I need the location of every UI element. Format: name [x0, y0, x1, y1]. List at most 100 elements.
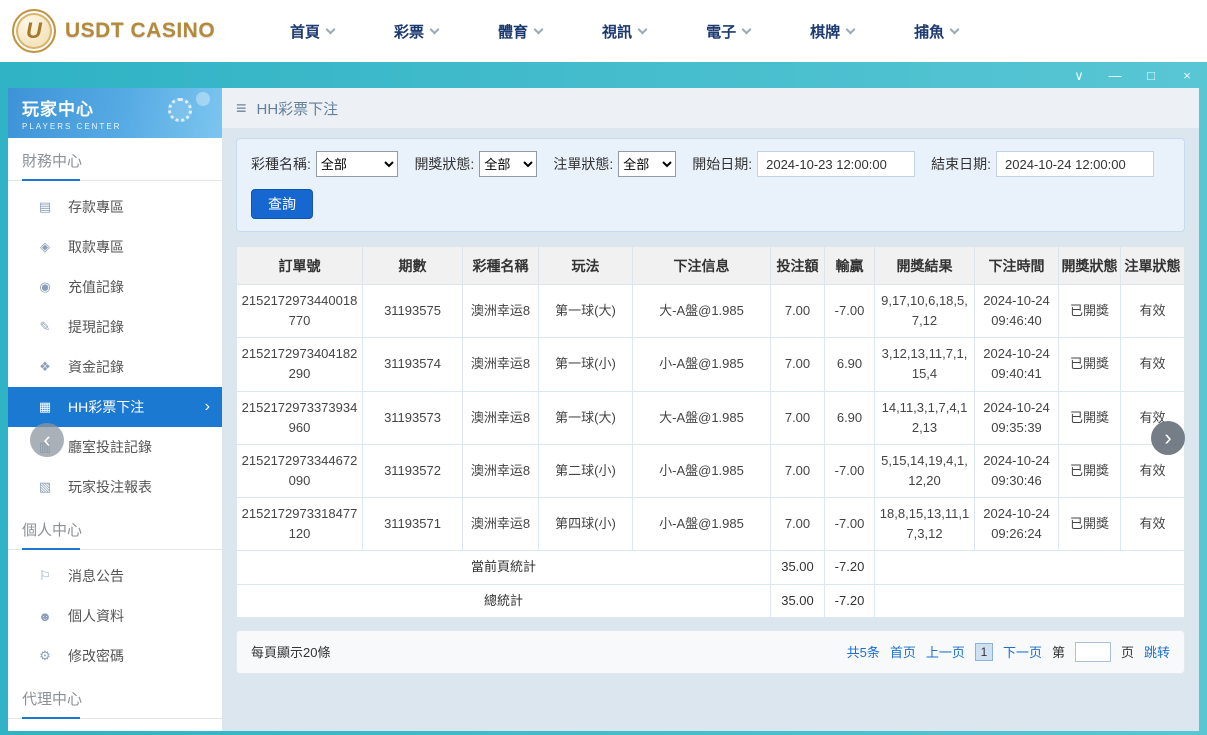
cell-period: 31193573 [362, 390, 463, 445]
cell-result: 3,12,13,11,7,1,15,4 [874, 337, 975, 392]
chevron-down-icon [949, 24, 960, 34]
cell-result: 9,17,10,6,18,5,7,12 [874, 283, 975, 339]
usdt-casino-logo[interactable]: U USDT CASINO [12, 9, 230, 53]
search-button[interactable]: 查詢 [251, 189, 313, 219]
window-maximize-icon[interactable]: □ [1143, 69, 1159, 82]
col-order-no: 訂單號 [236, 246, 363, 285]
cell-bet-info: 小-A盤@1.985 [632, 497, 771, 552]
sidebar-item-label: 充值記錄 [68, 279, 124, 295]
table-row: 2152172973344672090 31193572 澳洲幸运8 第二球(小… [236, 443, 1185, 499]
cell-bet-time: 2024-10-24 09:40:41 [974, 337, 1059, 392]
table-row: 2152172973440018770 31193575 澳洲幸运8 第一球(大… [236, 283, 1185, 339]
summary-win-loss: -7.20 [824, 583, 875, 618]
sidebar-item-label: 修改密碼 [68, 648, 124, 664]
funds-record-icon: ❖ [39, 359, 51, 374]
nav-label: 捕魚 [914, 23, 945, 41]
jump-suffix-label: 页 [1120, 645, 1134, 661]
order-status-select[interactable]: 全部 [618, 151, 677, 177]
cell-result: 18,8,15,13,11,17,3,12 [874, 497, 975, 552]
window-collapse-icon[interactable]: ∨ [1071, 69, 1087, 82]
sidebar-item-label: 取款專區 [68, 239, 124, 255]
nav-item-sports[interactable]: 體育 [468, 11, 572, 52]
next-page-link[interactable]: 下一页 [1003, 642, 1042, 661]
cell-bet-time: 2024-10-24 09:35:39 [974, 390, 1059, 445]
lottery-name-label: 彩種名稱: [251, 156, 311, 172]
poker-chip-icon [196, 92, 210, 106]
nav-label: 電子 [706, 23, 737, 41]
scroll-right-arrow-icon[interactable]: › [1151, 421, 1185, 455]
cell-order-no: 2152172973404182290 [236, 337, 363, 392]
order-status-label: 注單狀態: [553, 156, 614, 172]
summary-label: 當前頁統計 [236, 550, 771, 585]
cell-period: 31193574 [362, 337, 463, 392]
players-center-subtitle: PLAYERS CENTER [22, 122, 122, 131]
poker-chip-icon [168, 98, 192, 122]
total-count-text: 共5条 [846, 645, 880, 661]
sidebar-item-profile[interactable]: ☻ 個人資料 [8, 596, 222, 636]
sidebar-item-announcements[interactable]: ⚐ 消息公告 [8, 556, 222, 596]
cell-amount: 7.00 [770, 497, 825, 552]
page-title: HH彩票下注 [256, 100, 339, 118]
sidebar-item-recharge-record[interactable]: ◉ 充值記錄 [8, 267, 222, 307]
cell-draw-status: 已開獎 [1058, 443, 1121, 499]
nav-item-cards[interactable]: 棋牌 [780, 11, 884, 52]
pagination-bar: 每頁顯示20條 共5条 首页 上一页 1 下一页 第 页 跳转 [236, 629, 1185, 674]
window-close-icon[interactable]: × [1179, 69, 1195, 82]
chevron-down-icon [637, 24, 648, 34]
window-minimize-icon[interactable]: — [1107, 69, 1123, 82]
cell-bet-info: 大-A盤@1.985 [632, 390, 771, 445]
current-page-badge[interactable]: 1 [974, 642, 993, 661]
col-bet-amount: 投注額 [770, 246, 825, 285]
nav-item-home[interactable]: 首頁 [260, 11, 364, 52]
scroll-left-arrow-icon[interactable]: ‹ [30, 423, 64, 457]
pager: 共5条 首页 上一页 1 下一页 第 页 跳转 [846, 641, 1170, 662]
menu-icon[interactable]: ≡ [236, 98, 247, 119]
sidebar-item-player-bet-report[interactable]: ▧ 玩家投注報表 [8, 467, 222, 507]
sidebar-item-withdrawal-record[interactable]: ✎ 提現記錄 [8, 307, 222, 347]
summary-win-loss: -7.20 [824, 550, 875, 585]
usdt-logo-icon: U [12, 9, 56, 53]
sidebar-item-hh-lottery-bets[interactable]: ▦ HH彩票下注 › [8, 387, 222, 427]
nav-item-live[interactable]: 視訊 [572, 11, 676, 52]
cell-result: 5,15,14,19,4,1,12,20 [874, 443, 975, 499]
col-win-loss: 輸贏 [824, 246, 875, 285]
jump-button[interactable]: 跳转 [1144, 642, 1170, 661]
end-date-input[interactable] [996, 151, 1154, 177]
nav-label: 首頁 [290, 23, 321, 41]
prev-page-link[interactable]: 上一页 [926, 642, 965, 661]
cell-period: 31193572 [362, 443, 463, 499]
cell-play: 第一球(小) [538, 337, 633, 392]
sidebar-item-funds-record[interactable]: ❖ 資金記錄 [8, 347, 222, 387]
table-row: 2152172973373934960 31193573 澳洲幸运8 第一球(大… [236, 390, 1185, 445]
col-lottery-name: 彩種名稱 [462, 246, 539, 285]
start-date-input[interactable] [757, 151, 916, 177]
withdraw-icon: ◈ [40, 239, 50, 254]
breadcrumb: ≡ HH彩票下注 [222, 88, 1199, 128]
cell-amount: 7.00 [770, 283, 825, 339]
nav-item-slots[interactable]: 電子 [676, 11, 780, 52]
cell-bet-time: 2024-10-24 09:46:40 [974, 283, 1059, 339]
cell-lottery: 澳洲幸运8 [462, 443, 539, 499]
sidebar-item-change-password[interactable]: ⚙ 修改密碼 [8, 636, 222, 676]
nav-item-fishing[interactable]: 捕魚 [884, 11, 988, 52]
players-center-title: 玩家中心 [22, 100, 94, 119]
chevron-down-icon [325, 24, 336, 34]
first-page-link[interactable]: 首页 [890, 642, 916, 661]
cell-order-no: 2152172973373934960 [236, 390, 363, 445]
start-date-label: 開始日期: [692, 156, 753, 172]
sidebar-item-withdraw[interactable]: ◈ 取款專區 [8, 227, 222, 267]
cell-play: 第一球(大) [538, 283, 633, 339]
draw-status-select[interactable]: 全部 [479, 151, 538, 177]
withdrawal-record-icon: ✎ [39, 319, 51, 334]
sidebar-item-deposit[interactable]: ▤ 存款專區 [8, 187, 222, 227]
cell-win-loss: 6.90 [824, 390, 875, 445]
cell-win-loss: -7.00 [824, 443, 875, 499]
chevron-down-icon [533, 24, 544, 34]
cell-lottery: 澳洲幸运8 [462, 283, 539, 339]
nav-item-lottery[interactable]: 彩票 [364, 11, 468, 52]
cell-draw-status: 已開獎 [1058, 283, 1121, 339]
lottery-name-select[interactable]: 全部 [315, 151, 399, 177]
bets-table: 訂單號 期數 彩種名稱 玩法 下注信息 投注額 輸贏 開獎結果 下注時間 開獎狀… [236, 246, 1185, 618]
jump-page-input[interactable] [1074, 641, 1111, 662]
section-agent-center: 代理中心 [8, 676, 222, 719]
